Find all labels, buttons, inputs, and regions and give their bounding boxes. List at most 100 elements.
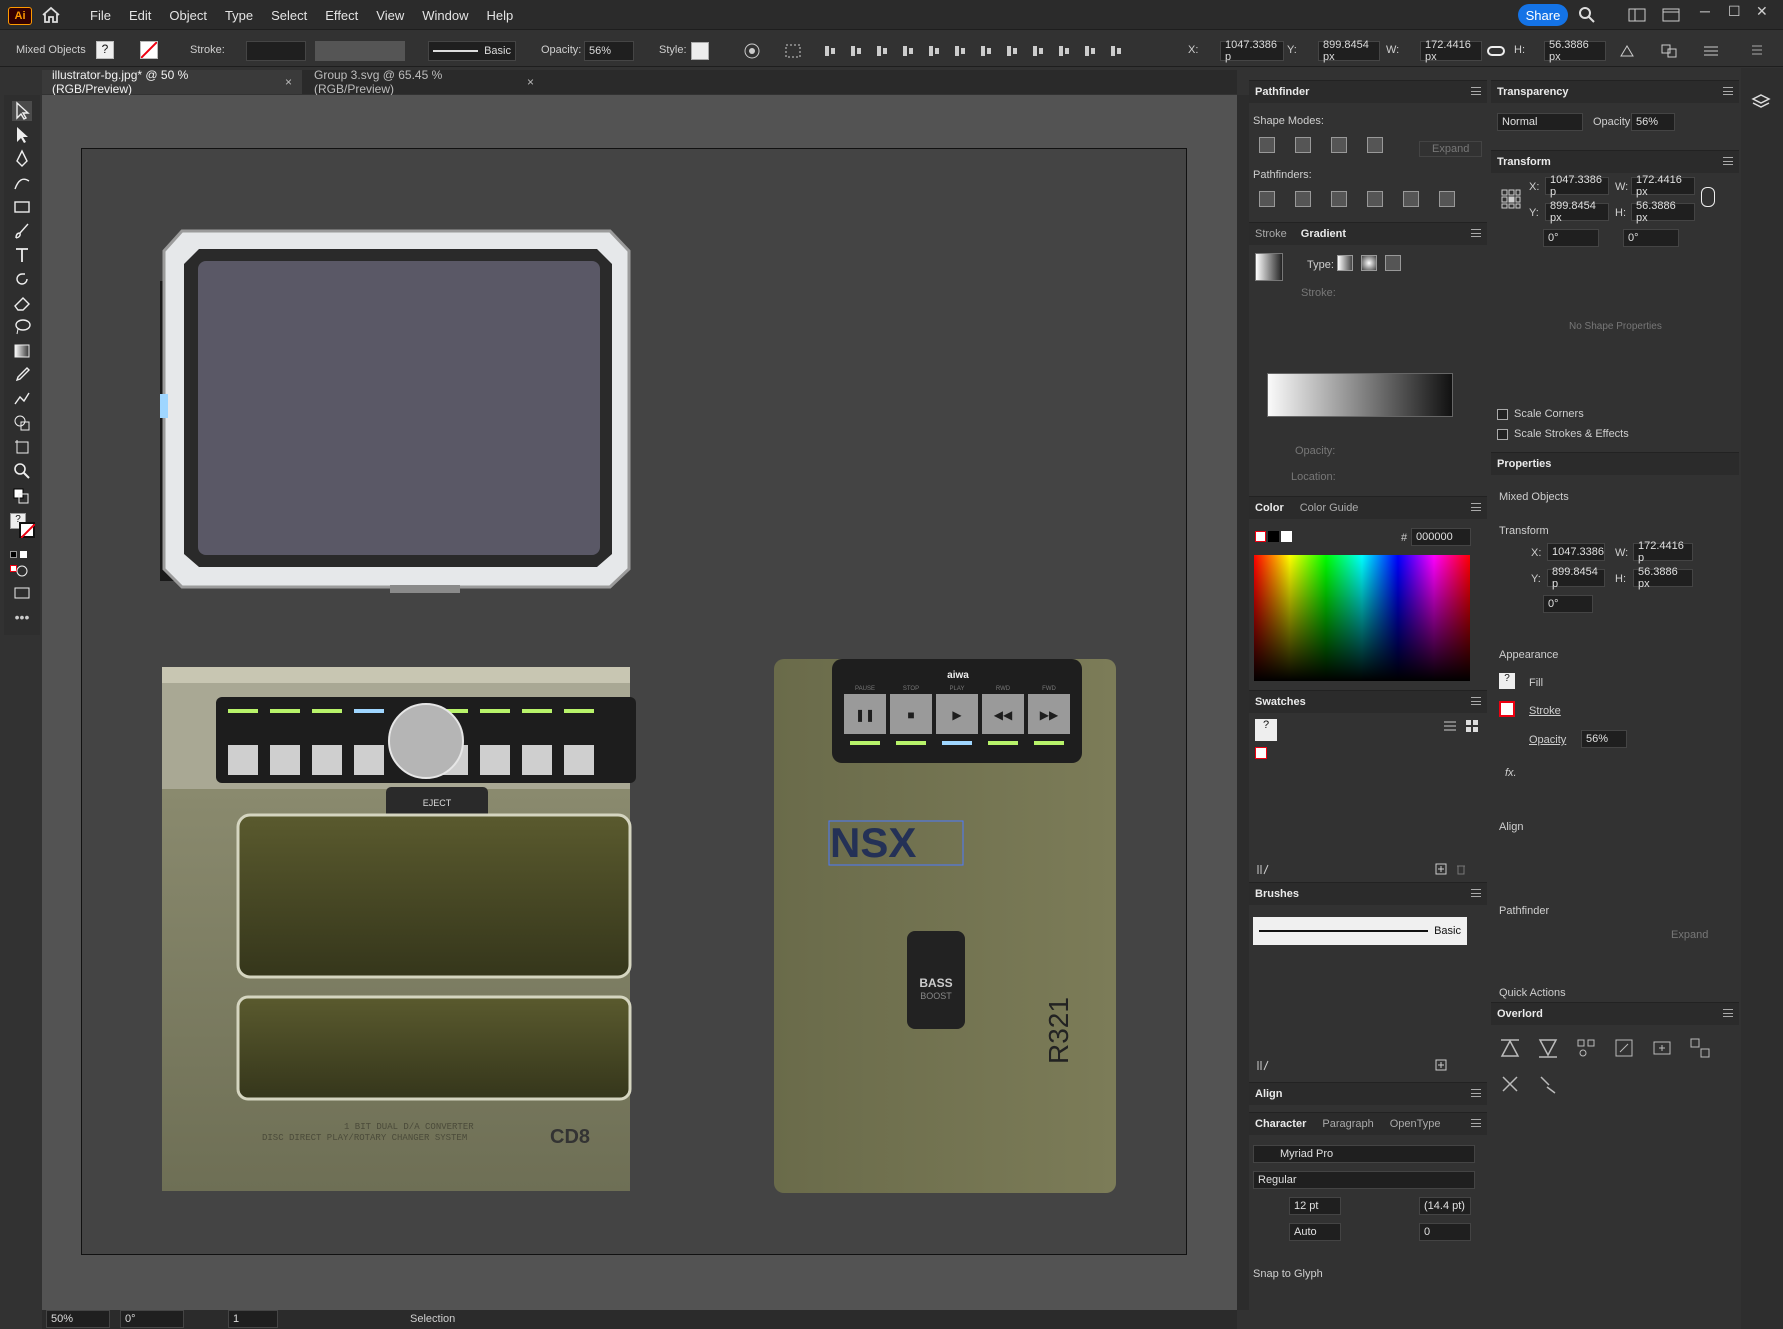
appearance-stroke-swatch[interactable]: [1499, 701, 1515, 717]
canvas-scrollbar[interactable]: [1237, 95, 1249, 1310]
font-style-field[interactable]: Regular: [1253, 1171, 1475, 1189]
font-family-field[interactable]: Myriad Pro: [1253, 1145, 1475, 1163]
align-left-icon[interactable]: [822, 43, 838, 62]
swatch-fill-stroke[interactable]: ?: [1255, 719, 1277, 741]
h-field[interactable]: 56.3886 px: [1544, 39, 1606, 63]
screen-mode-icon[interactable]: [12, 583, 32, 603]
swatch-libraries-icon[interactable]: [1257, 863, 1271, 878]
tab-character[interactable]: Character: [1255, 1118, 1306, 1130]
y-field[interactable]: 899.8454 px: [1318, 39, 1380, 63]
close-tab-icon[interactable]: ×: [285, 75, 292, 89]
minimize-icon[interactable]: ─: [1700, 3, 1710, 19]
properties-x-field[interactable]: 1047.3386: [1547, 543, 1605, 561]
isolate-group-icon[interactable]: [1660, 43, 1678, 62]
rotate-tool-icon[interactable]: [12, 269, 32, 289]
tab-group-3[interactable]: Group 3.svg @ 65.45 % (RGB/Preview) ×: [304, 68, 544, 96]
home-icon[interactable]: [40, 5, 62, 25]
swatch-none[interactable]: [1255, 747, 1267, 759]
merge-icon[interactable]: [1331, 191, 1347, 207]
expand-button[interactable]: Expand: [1419, 141, 1483, 157]
align-top-icon[interactable]: [900, 43, 916, 62]
panel-menu-icon[interactable]: [1723, 1009, 1733, 1017]
type-tool-icon[interactable]: [12, 245, 32, 265]
hex-field[interactable]: 000000: [1411, 528, 1471, 546]
scale-strokes-checkbox[interactable]: [1497, 428, 1508, 440]
menu-file[interactable]: File: [90, 8, 111, 23]
share-button[interactable]: Share: [1518, 4, 1568, 26]
distribute-top-icon[interactable]: [978, 43, 994, 62]
eyedropper-tool-icon[interactable]: [12, 365, 32, 385]
close-icon[interactable]: ✕: [1756, 3, 1768, 20]
transform-y-field[interactable]: 899.8454 px: [1545, 200, 1609, 224]
overlord-disconnect-icon[interactable]: [1499, 1073, 1521, 1095]
fill-swatch[interactable]: ?: [96, 41, 114, 59]
menu-help[interactable]: Help: [486, 8, 513, 23]
rectangle-tool-icon[interactable]: [12, 197, 32, 217]
gradient-tool-icon[interactable]: [12, 341, 32, 361]
transform-link-icon[interactable]: [1701, 187, 1715, 207]
selection-tool-icon[interactable]: [12, 101, 32, 121]
menu-object[interactable]: Object: [169, 8, 207, 23]
curvature-tool-icon[interactable]: [12, 173, 32, 193]
panel-menu-icon[interactable]: [1471, 697, 1481, 705]
menu-edit[interactable]: Edit: [129, 8, 151, 23]
panel-menu-icon[interactable]: [1471, 229, 1481, 237]
properties-expand-button[interactable]: Expand: [1671, 929, 1708, 941]
overlord-link-icon[interactable]: [1537, 1073, 1559, 1095]
menu-effect[interactable]: Effect: [325, 8, 358, 23]
properties-h-field[interactable]: 56.3886 px: [1633, 566, 1693, 590]
puppet-warp-tool-icon[interactable]: [12, 389, 32, 409]
arrange-icon[interactable]: [1702, 43, 1720, 62]
canvas[interactable]: EJECT 1 BIT DUAL D/A CONVERTER DISC DIRE…: [42, 95, 1237, 1310]
linear-gradient-icon[interactable]: [1337, 255, 1353, 271]
fill-stroke-swatches[interactable]: ?: [10, 513, 36, 539]
appearance-opacity-label[interactable]: Opacity: [1529, 734, 1566, 746]
transform-icon[interactable]: [1618, 43, 1636, 62]
distribute-bottom-icon[interactable]: [1030, 43, 1046, 62]
artboard[interactable]: EJECT 1 BIT DUAL D/A CONVERTER DISC DIRE…: [81, 148, 1187, 1255]
kerning-field[interactable]: Auto: [1289, 1223, 1341, 1241]
unite-icon[interactable]: [1259, 137, 1275, 153]
crop-icon[interactable]: [1367, 191, 1383, 207]
artboard-tool-icon[interactable]: [12, 437, 32, 457]
zoom-field[interactable]: 50%: [46, 1310, 110, 1328]
close-tab-icon[interactable]: ×: [527, 75, 534, 89]
properties-y-field[interactable]: 899.8454 p: [1547, 566, 1605, 590]
graphic-style-swatch[interactable]: [691, 42, 709, 60]
brush-definition[interactable]: Basic: [428, 41, 516, 61]
exclude-icon[interactable]: [1367, 137, 1383, 153]
x-field[interactable]: 1047.3386 p: [1220, 39, 1284, 63]
tab-gradient[interactable]: Gradient: [1301, 228, 1346, 240]
more-tools-icon[interactable]: •••: [12, 609, 32, 629]
panel-menu-icon[interactable]: [1471, 889, 1481, 897]
brush-libraries-icon[interactable]: [1257, 1059, 1271, 1074]
constrain-proportions-icon[interactable]: [1487, 43, 1505, 62]
distribute-right-icon[interactable]: [1108, 43, 1124, 62]
default-fill-stroke-icon[interactable]: [12, 487, 32, 507]
align-to-icon[interactable]: [784, 43, 802, 62]
new-swatch-icon[interactable]: [1435, 863, 1447, 878]
lasso-tool-icon[interactable]: [12, 317, 32, 337]
overlord-edit-icon[interactable]: [1613, 1037, 1635, 1059]
panel-menu-icon[interactable]: [1471, 1119, 1481, 1127]
intersect-icon[interactable]: [1331, 137, 1347, 153]
appearance-fill-swatch[interactable]: ?: [1499, 673, 1515, 689]
align-v-center-icon[interactable]: [926, 43, 942, 62]
new-brush-icon[interactable]: [1435, 1059, 1447, 1074]
layers-icon[interactable]: [1751, 92, 1771, 115]
arrange-documents-icon[interactable]: [1662, 7, 1680, 26]
properties-w-field[interactable]: 172.4416 p: [1633, 540, 1693, 564]
artboard-number-field[interactable]: 1: [228, 1310, 278, 1328]
draw-mode-icon[interactable]: [12, 561, 32, 581]
transform-x-field[interactable]: 1047.3386 p: [1545, 174, 1609, 198]
menu-window[interactable]: Window: [422, 8, 468, 23]
eraser-tool-icon[interactable]: [12, 293, 32, 313]
divide-icon[interactable]: [1259, 191, 1275, 207]
transform-shear-field[interactable]: 0°: [1623, 229, 1679, 247]
overlord-add-icon[interactable]: [1651, 1037, 1673, 1059]
panel-menu-icon[interactable]: [1471, 503, 1481, 511]
trim-icon[interactable]: [1295, 191, 1311, 207]
blend-mode-select[interactable]: Normal: [1497, 113, 1583, 131]
workspace-icon[interactable]: [1628, 7, 1646, 26]
color-spectrum[interactable]: [1254, 555, 1470, 681]
